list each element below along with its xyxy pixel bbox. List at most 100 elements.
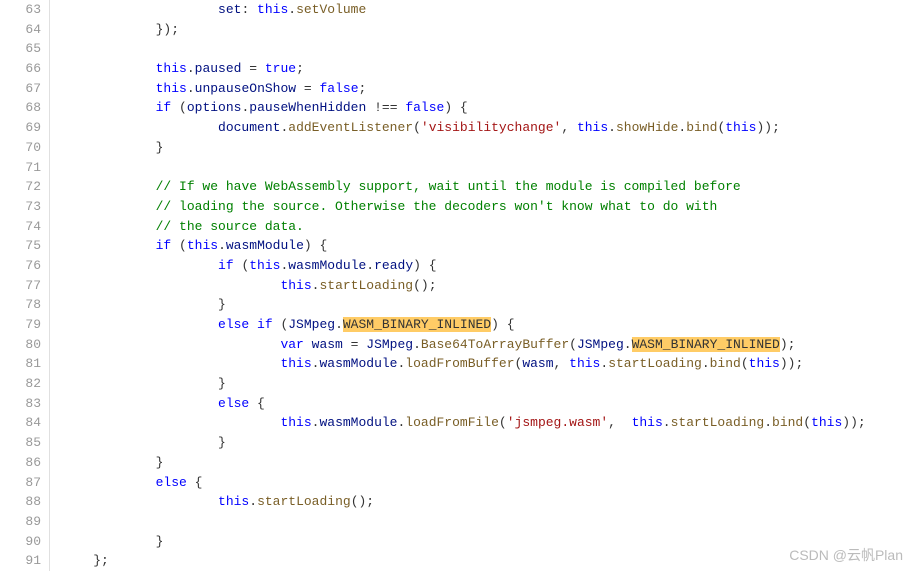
code-line[interactable]: this.startLoading();	[62, 492, 866, 512]
code-line[interactable]: this.startLoading();	[62, 276, 866, 296]
token-p: (	[234, 258, 250, 273]
token-method: startLoading	[671, 415, 765, 430]
line-number: 74	[0, 217, 41, 237]
line-number: 68	[0, 98, 41, 118]
code-line[interactable]: set: this.setVolume	[62, 0, 866, 20]
token-kw: this	[249, 258, 280, 273]
code-line[interactable]	[62, 158, 866, 178]
line-number: 85	[0, 433, 41, 453]
token-p: (	[499, 415, 507, 430]
code-line[interactable]: }	[62, 295, 866, 315]
line-number: 88	[0, 492, 41, 512]
code-line[interactable]: }	[62, 453, 866, 473]
token-cmt: // loading the source. Otherwise the dec…	[156, 199, 718, 214]
token-p	[304, 337, 312, 352]
token-p: .	[608, 120, 616, 135]
token-p: .	[764, 415, 772, 430]
line-number: 65	[0, 39, 41, 59]
token-str: 'visibilitychange'	[421, 120, 561, 135]
token-method: startLoading	[608, 356, 702, 371]
code-lines[interactable]: set: this.setVolume }); this.paused = tr…	[50, 0, 866, 571]
token-kw: else	[218, 396, 249, 411]
token-p: =	[241, 61, 264, 76]
code-line[interactable]: if (this.wasmModule.ready) {	[62, 256, 866, 276]
code-line[interactable]: this.wasmModule.loadFromBuffer(wasm, thi…	[62, 354, 866, 374]
token-p: =	[343, 337, 366, 352]
token-kw: this	[187, 238, 218, 253]
token-method: setVolume	[296, 2, 366, 17]
code-line[interactable]	[62, 39, 866, 59]
code-line[interactable]: };	[62, 551, 866, 571]
line-number: 66	[0, 59, 41, 79]
code-line[interactable]: else if (JSMpeg.WASM_BINARY_INLINED) {	[62, 315, 866, 335]
token-p: .	[413, 337, 421, 352]
token-p: );	[780, 337, 796, 352]
line-number: 76	[0, 256, 41, 276]
line-number: 71	[0, 158, 41, 178]
token-prop: wasmModule	[226, 238, 304, 253]
token-kw: this	[257, 2, 288, 17]
token-kw: true	[265, 61, 296, 76]
code-line[interactable]: var wasm = JSMpeg.Base64ToArrayBuffer(JS…	[62, 335, 866, 355]
token-id: JSMpeg	[366, 337, 413, 352]
token-prop: wasmModule	[319, 415, 397, 430]
line-number: 64	[0, 20, 41, 40]
line-number: 81	[0, 354, 41, 374]
code-line[interactable]: }	[62, 433, 866, 453]
code-editor[interactable]: 6364656667686970717273747576777879808182…	[0, 0, 919, 571]
line-number: 78	[0, 295, 41, 315]
token-id: JSMpeg	[288, 317, 335, 332]
token-p: .	[187, 81, 195, 96]
code-line[interactable]: else {	[62, 394, 866, 414]
token-p: }	[156, 140, 164, 155]
code-line[interactable]: this.wasmModule.loadFromFile('jsmpeg.was…	[62, 413, 866, 433]
token-kw: this	[811, 415, 842, 430]
code-line[interactable]: });	[62, 20, 866, 40]
token-p: ,	[561, 120, 577, 135]
token-hl: WASM_BINARY_INLINED	[632, 337, 780, 352]
token-kw: this	[280, 278, 311, 293]
token-p: {	[187, 475, 203, 490]
line-number: 80	[0, 335, 41, 355]
code-line[interactable]: }	[62, 374, 866, 394]
line-number: 77	[0, 276, 41, 296]
token-method: Base64ToArrayBuffer	[421, 337, 569, 352]
token-p: (	[741, 356, 749, 371]
code-line[interactable]: }	[62, 138, 866, 158]
code-line[interactable]: this.unpauseOnShow = false;	[62, 79, 866, 99]
token-p: {	[249, 396, 265, 411]
token-p: (	[569, 337, 577, 352]
code-line[interactable]: if (this.wasmModule) {	[62, 236, 866, 256]
code-line[interactable]: document.addEventListener('visibilitycha…	[62, 118, 866, 138]
token-method: startLoading	[257, 494, 351, 509]
token-kw: this	[280, 415, 311, 430]
token-p: ));	[842, 415, 865, 430]
token-id: wasm	[312, 337, 343, 352]
token-kw: false	[405, 100, 444, 115]
token-p: }	[156, 455, 164, 470]
line-number: 75	[0, 236, 41, 256]
code-line[interactable]: this.paused = true;	[62, 59, 866, 79]
token-kw: else	[156, 475, 187, 490]
token-p: .	[663, 415, 671, 430]
code-line[interactable]	[62, 512, 866, 532]
line-number: 67	[0, 79, 41, 99]
line-number: 89	[0, 512, 41, 532]
token-method: bind	[686, 120, 717, 135]
code-line[interactable]: }	[62, 532, 866, 552]
code-line[interactable]: // loading the source. Otherwise the dec…	[62, 197, 866, 217]
line-number-gutter: 6364656667686970717273747576777879808182…	[0, 0, 50, 571]
token-p: !==	[366, 100, 405, 115]
token-p: ;	[296, 61, 304, 76]
token-p: ) {	[491, 317, 514, 332]
token-p: ;	[359, 81, 367, 96]
token-kw: else if	[218, 317, 273, 332]
code-line[interactable]: else {	[62, 473, 866, 493]
code-line[interactable]: // If we have WebAssembly support, wait …	[62, 177, 866, 197]
code-line[interactable]: if (options.pauseWhenHidden !== false) {	[62, 98, 866, 118]
code-line[interactable]: // the source data.	[62, 217, 866, 237]
token-cmt: // If we have WebAssembly support, wait …	[156, 179, 741, 194]
token-method: bind	[710, 356, 741, 371]
token-p: ();	[351, 494, 374, 509]
token-p: }	[218, 297, 226, 312]
